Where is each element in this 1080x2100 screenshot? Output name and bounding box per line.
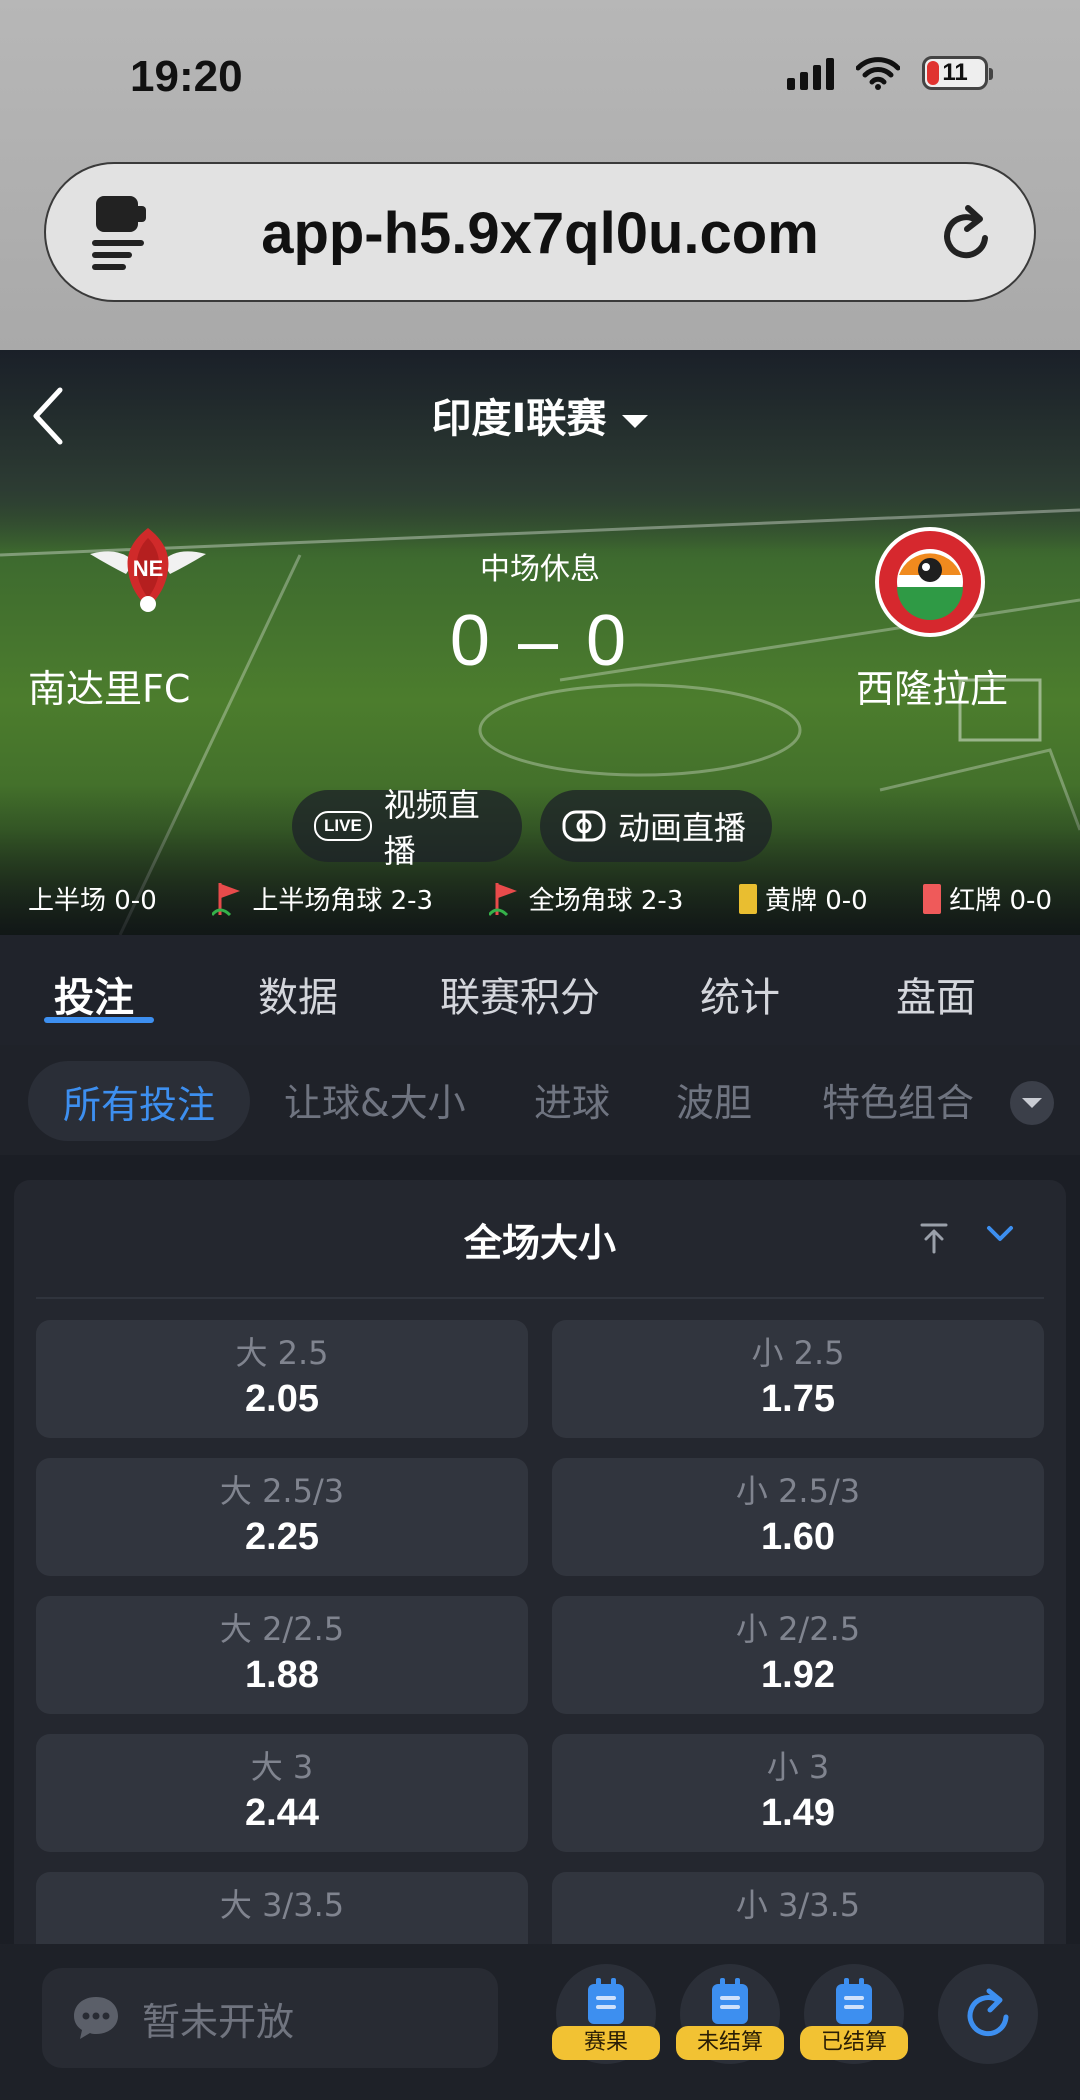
yellow-card-icon [738,883,757,914]
corner-flag-icon [212,882,241,916]
odds-over-line: 大 2.5 [235,1334,329,1372]
odds-over-price: 2.25 [245,1516,319,1558]
odds-over-button[interactable]: 大 2.5 2.05 [36,1320,528,1438]
tab-statistics[interactable]: 统计 [700,965,780,1023]
pin-to-top-icon[interactable] [920,1222,948,1254]
odds-over-line: 大 3/3.5 [219,1886,345,1924]
full-corners-text: 全场角球 2-3 [528,886,684,916]
bottom-bar: 暂未开放 赛果 未结算 已结算 [0,1944,1080,2100]
live-video-label: 视频直播 [383,786,480,870]
odds-under-price: 1.75 [761,1378,835,1420]
odds-under-button[interactable]: 小 3 1.49 [552,1734,1044,1852]
unsettled-label: 未结算 [676,2026,784,2060]
cellular-signal-icon [787,56,834,90]
odds-over-price: 2.05 [245,1378,319,1420]
chat-bubble-icon [74,1997,118,2039]
league-name: 印度I联赛 [431,396,607,442]
animation-live-label: 动画直播 [618,809,747,847]
url-text: app-h5.9x7ql0u.com [261,201,819,266]
status-icons: 11 [787,56,993,90]
odds-over-button[interactable]: 大 3 2.44 [36,1734,528,1852]
settled-label: 已结算 [800,2026,908,2060]
odds-over-button[interactable]: 大 2.5/3 2.25 [36,1458,528,1576]
odds-under-line: 小 2.5/3 [735,1472,861,1510]
battery-icon: 11 [922,56,993,90]
wifi-icon [856,57,900,90]
battery-level: 11 [942,59,968,86]
yellow-cards-text: 黄牌 0-0 [764,886,868,916]
chevron-down-icon [1022,1098,1042,1108]
caret-down-icon [622,414,649,428]
results-label: 赛果 [552,2026,660,2060]
browser-chrome: 19:20 11 app-h5.9x7ql0u.com [0,0,1080,350]
settled-button[interactable]: 已结算 [800,1964,908,2064]
first-half-score: 上半场 0-0 [28,886,157,916]
odds-under-button[interactable]: 小 2.5/3 1.60 [552,1458,1044,1576]
subtab-handicap-total[interactable]: 让球&大小 [284,1072,466,1127]
tab-market-board[interactable]: 盘面 [896,965,976,1023]
clipboard-icon [588,1978,624,2024]
odds-over-price: 2.44 [245,1792,319,1834]
refresh-icon [967,1988,1009,2037]
chat-input[interactable]: 暂未开放 [42,1968,498,2068]
odds-under-line: 小 3/3.5 [735,1886,861,1924]
unsettled-button[interactable]: 未结算 [676,1964,784,2064]
tab-league-table[interactable]: 联赛积分 [440,965,600,1023]
match-hero: 印度I联赛 NE 中场休息 0 – 0 南达里FC 西隆拉庄 LIVE 视频直播… [0,350,1080,935]
more-tabs-button[interactable] [1010,1081,1054,1125]
market-title: 全场大小 [463,1221,616,1265]
odds-under-price: 1.60 [761,1516,835,1558]
animation-live-button[interactable]: 动画直播 [540,790,772,862]
full-corners: 全场角球 2-3 [488,880,684,917]
odds-over-price: 1.88 [245,1654,319,1696]
clipboard-icon [712,1978,748,2024]
odds-over-line: 大 2.5/3 [219,1472,345,1510]
league-selector[interactable]: 印度I联赛 [0,386,1080,444]
live-icon: LIVE [314,811,372,841]
market-divider [36,1297,1044,1299]
match-stats-row: 上半场 0-0 上半场角球 2-3 全场角球 2-3 黄牌 0-0 红牌 0-0 [28,880,1052,917]
chevron-down-icon[interactable] [986,1224,1014,1244]
pitch-icon [562,810,606,842]
subtab-correct-score[interactable]: 波胆 [676,1072,752,1127]
home-team-name: 南达里FC [28,667,191,711]
odds-under-line: 小 2.5 [751,1334,845,1372]
subtab-all-bets[interactable]: 所有投注 [28,1061,250,1141]
betting-panel: 投注 数据 联赛积分 统计 盘面 所有投注 让球&大小 进球 波胆 特色组合 全… [0,935,1080,2100]
reload-icon[interactable] [938,202,996,264]
odds-under-price: 1.92 [761,1654,835,1696]
results-button[interactable]: 赛果 [552,1964,660,2064]
odds-under-button[interactable]: 小 2.5 1.75 [552,1320,1044,1438]
main-tabs: 投注 数据 联赛积分 统计 盘面 [0,935,1080,1045]
odds-under-price: 1.49 [761,1792,835,1834]
odds-under-button[interactable]: 小 2/2.5 1.92 [552,1596,1044,1714]
url-bar[interactable]: app-h5.9x7ql0u.com [44,162,1036,302]
tab-data[interactable]: 数据 [258,965,338,1023]
red-cards: 红牌 0-0 [923,880,1052,917]
active-tab-indicator [44,1017,154,1023]
red-cards-text: 红牌 0-0 [949,886,1052,916]
odds-under-line: 小 2/2.5 [735,1610,861,1648]
odds-over-button[interactable]: 大 2/2.5 1.88 [36,1596,528,1714]
yellow-cards: 黄牌 0-0 [738,880,868,917]
corner-flag-icon [488,882,517,916]
first-half-corners: 上半场角球 2-3 [212,880,433,917]
chat-placeholder: 暂未开放 [142,1999,295,2044]
sub-tabs: 所有投注 让球&大小 进球 波胆 特色组合 [0,1045,1080,1155]
odds-over-line: 大 3 [250,1748,314,1786]
tab-betting[interactable]: 投注 [54,965,134,1023]
subtab-goals[interactable]: 进球 [534,1072,610,1127]
away-team-name: 西隆拉庄 [855,667,1008,711]
live-video-button[interactable]: LIVE 视频直播 [292,786,522,870]
first-half-corners-text: 上半场角球 2-3 [252,886,434,916]
refresh-button[interactable] [938,1964,1038,2064]
subtab-special-combos[interactable]: 特色组合 [822,1072,974,1127]
status-time: 19:20 [130,52,243,101]
odds-over-line: 大 2/2.5 [219,1610,345,1648]
clipboard-icon [836,1978,872,2024]
match-status: 中场休息 [480,552,600,587]
odds-under-line: 小 3 [766,1748,830,1786]
red-card-icon [923,883,942,914]
